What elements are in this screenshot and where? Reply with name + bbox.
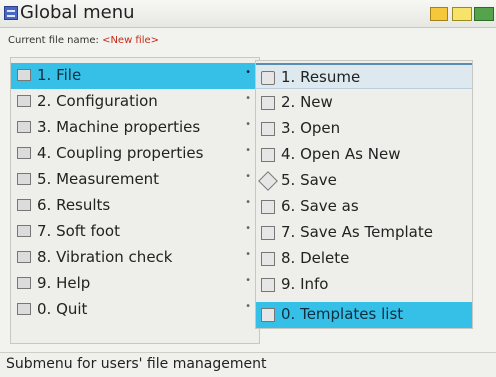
status-bar: Submenu for users' file management — [0, 352, 496, 377]
submenu-arrow-icon: • — [245, 197, 251, 208]
submenu-item-open-as-new[interactable]: 4. Open As New — [256, 142, 472, 168]
save-as-template-icon — [261, 226, 275, 240]
submenu-item-label: 6. Save as — [281, 197, 359, 215]
save-icon — [258, 171, 278, 191]
submenu-item-save-as-template[interactable]: 7. Save As Template — [256, 220, 472, 246]
submenu-item-delete[interactable]: 8. Delete — [256, 246, 472, 272]
submenu-item-new[interactable]: 2. New — [256, 90, 472, 116]
menu-item-label: 6. Results — [37, 196, 111, 214]
open-file-icon — [261, 122, 275, 136]
soft-foot-icon — [17, 225, 31, 237]
menu-item-label: 8. Vibration check — [37, 248, 173, 266]
main-menu: 1. File • 2. Configuration • 3. Machine … — [10, 57, 260, 344]
submenu-arrow-icon: • — [245, 223, 251, 234]
submenu-arrow-icon: • — [245, 93, 251, 104]
submenu-item-label: 2. New — [281, 93, 333, 111]
menu-icon — [4, 6, 18, 20]
menu-item-measurement[interactable]: 5. Measurement • — [11, 167, 259, 193]
menu-item-configuration[interactable]: 2. Configuration • — [11, 89, 259, 115]
power-icon — [474, 7, 494, 21]
help-icon — [17, 277, 31, 289]
battery-icon — [452, 7, 472, 21]
templates-list-icon — [261, 308, 275, 322]
submenu-item-label: 5. Save — [281, 171, 337, 189]
submenu-item-label: 0. Templates list — [281, 305, 404, 323]
menu-item-label: 1. File — [37, 66, 82, 84]
menu-item-results[interactable]: 6. Results • — [11, 193, 259, 219]
menu-item-help[interactable]: 9. Help • — [11, 271, 259, 297]
window-title: Global menu — [20, 2, 135, 23]
submenu-arrow-icon: • — [245, 67, 251, 78]
menu-item-quit[interactable]: 0. Quit • — [11, 297, 259, 323]
submenu-arrow-icon: • — [245, 275, 251, 286]
menu-item-label: 5. Measurement — [37, 170, 160, 188]
menu-item-label: 4. Coupling properties — [37, 144, 204, 162]
submenu-arrow-icon: • — [245, 171, 251, 182]
submenu-item-save-as[interactable]: 6. Save as — [256, 194, 472, 220]
submenu-arrow-icon: • — [245, 249, 251, 260]
file-submenu: 1. Resume 2. New 3. Open 4. Open As New … — [255, 60, 473, 329]
submenu-item-label: 1. Resume — [281, 68, 361, 86]
delete-icon — [261, 252, 275, 266]
submenu-arrow-icon: • — [245, 145, 251, 156]
vibration-check-icon — [17, 251, 31, 263]
current-file-label: Current file name: — [8, 35, 103, 46]
submenu-arrow-icon: • — [245, 301, 251, 312]
menu-item-vibration-check[interactable]: 8. Vibration check • — [11, 245, 259, 271]
submenu-item-info[interactable]: 9. Info — [256, 272, 472, 298]
menu-item-label: 7. Soft foot — [37, 222, 120, 240]
menu-item-label: 2. Configuration — [37, 92, 158, 110]
folder-icon — [430, 7, 448, 21]
save-as-icon — [261, 200, 275, 214]
status-hint: Submenu for users' file management — [6, 356, 267, 372]
menu-item-machine-properties[interactable]: 3. Machine properties • — [11, 115, 259, 141]
submenu-item-save[interactable]: 5. Save — [256, 168, 472, 194]
open-as-new-icon — [261, 148, 275, 162]
menu-item-soft-foot[interactable]: 7. Soft foot • — [11, 219, 259, 245]
submenu-item-label: 3. Open — [281, 119, 341, 137]
menu-item-file[interactable]: 1. File • — [11, 63, 259, 89]
info-icon — [261, 278, 275, 292]
submenu-item-label: 8. Delete — [281, 249, 350, 267]
menu-item-label: 9. Help — [37, 274, 91, 292]
configuration-icon — [17, 95, 31, 107]
new-file-icon — [261, 96, 275, 110]
current-file-line: Current file name: <New file> — [8, 35, 159, 46]
menu-item-coupling-properties[interactable]: 4. Coupling properties • — [11, 141, 259, 167]
quit-icon — [17, 303, 31, 315]
results-icon — [17, 199, 31, 211]
menu-item-label: 3. Machine properties — [37, 118, 201, 136]
coupling-properties-icon — [17, 147, 31, 159]
submenu-item-label: 9. Info — [281, 275, 329, 293]
measurement-icon — [17, 173, 31, 185]
machine-properties-icon — [17, 121, 31, 133]
submenu-item-resume[interactable]: 1. Resume — [256, 63, 472, 89]
submenu-arrow-icon: • — [245, 119, 251, 130]
submenu-item-label: 4. Open As New — [281, 145, 401, 163]
title-bar: Global menu — [0, 0, 496, 28]
file-icon — [17, 69, 31, 81]
menu-item-label: 0. Quit — [37, 300, 88, 318]
resume-icon — [261, 71, 275, 85]
current-file-name: <New file> — [102, 35, 160, 46]
submenu-item-label: 7. Save As Template — [281, 223, 433, 241]
submenu-item-templates-list[interactable]: 0. Templates list — [256, 302, 472, 328]
submenu-item-open[interactable]: 3. Open — [256, 116, 472, 142]
